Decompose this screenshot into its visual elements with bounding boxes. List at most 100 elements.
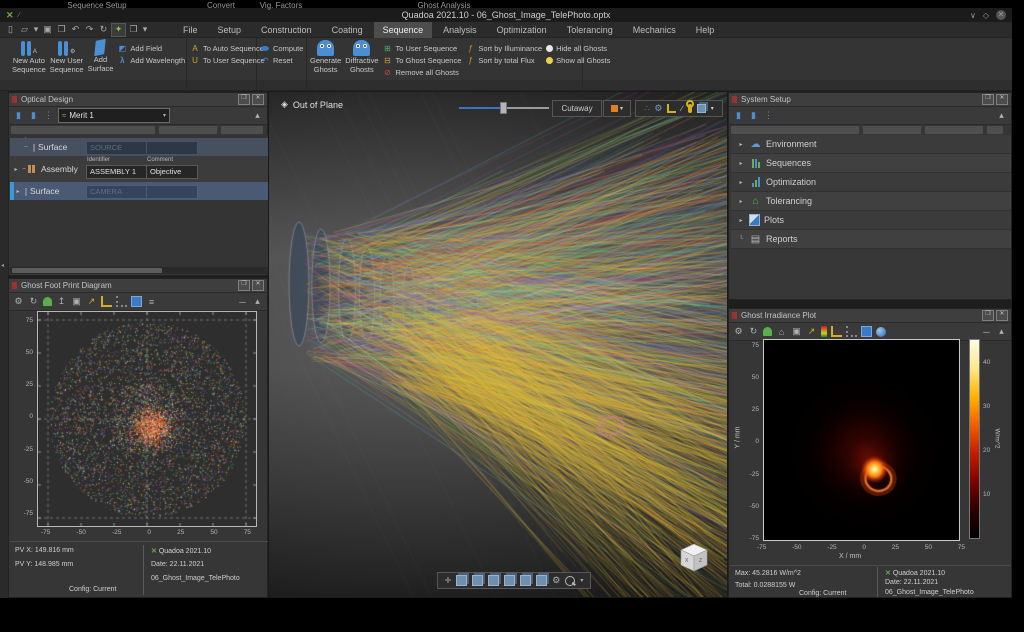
collapse-panel-icon[interactable]: ▴ [996, 110, 1007, 122]
tab-setup[interactable]: Setup [209, 22, 251, 38]
append-row-icon[interactable]: ▮ [748, 110, 759, 122]
table-row[interactable]: – ∥ Surface SOURCE [10, 138, 268, 156]
sort-by-total-flux-button[interactable]: ƒ Sort by total Flux [465, 55, 542, 66]
zoom-icon[interactable] [565, 576, 575, 586]
open-file-icon[interactable]: ▱ [18, 24, 31, 36]
sidebar-item-environment[interactable]: ▸ ☁ Environment [731, 135, 1011, 154]
maximize-icon[interactable]: ❐ [982, 310, 994, 321]
axes-icon[interactable] [667, 104, 676, 113]
scroll-left-icon[interactable]: ◂ [1, 262, 4, 269]
pin-icon[interactable]: ▴ [996, 326, 1007, 338]
view-right-icon[interactable] [504, 575, 515, 586]
column-header[interactable] [925, 126, 983, 134]
ghost-to-user-sequence-button[interactable]: ⊞ To User Sequence [383, 43, 462, 54]
minimize-icon[interactable]: ─ [237, 296, 248, 308]
view-top-icon[interactable] [520, 575, 531, 586]
close-icon[interactable]: ✕ [996, 310, 1008, 321]
view-left-icon[interactable] [488, 575, 499, 586]
to-ghost-sequence-button[interactable]: ⊟ To Ghost Sequence [383, 55, 462, 66]
to-user-sequence-button[interactable]: U To User Sequence [190, 55, 265, 66]
identifier-field[interactable]: SOURCE [86, 141, 148, 155]
column-header[interactable] [221, 126, 263, 134]
chevron-down-icon[interactable]: ▾ [580, 577, 583, 584]
expander-icon[interactable]: ▸ [12, 166, 20, 173]
cutaway-color-dropdown[interactable]: ▾ [603, 100, 631, 117]
key-icon[interactable] [688, 104, 692, 113]
sort-by-illuminance-button[interactable]: ƒ Sort by Illuminance [465, 43, 542, 54]
view-cube-dropdown-icon[interactable] [697, 104, 706, 113]
horizontal-scrollbar[interactable] [10, 267, 268, 274]
refresh-icon[interactable]: ↻ [28, 296, 39, 308]
close-icon[interactable]: ✕ [996, 94, 1008, 105]
export-icon[interactable]: ↗ [86, 296, 97, 308]
add-wavelength-button[interactable]: λ Add Wavelength [117, 55, 185, 66]
close-icon[interactable]: ✕ [252, 94, 264, 105]
insert-row-icon[interactable]: ▮ [733, 110, 744, 122]
view-front-icon[interactable] [456, 575, 467, 586]
hide-all-ghosts-button[interactable]: Hide all Ghosts [546, 43, 610, 54]
layout-chevron-icon[interactable]: ▾ [141, 24, 149, 36]
tab-file[interactable]: File [174, 22, 207, 38]
sync-icon[interactable]: ↻ [97, 24, 110, 36]
new-file-icon[interactable]: ▯ [4, 24, 17, 36]
reset-button[interactable]: ↶ Reset [260, 55, 303, 66]
save-as-icon[interactable]: ❒ [55, 24, 68, 36]
ghost-toggle-icon[interactable] [763, 327, 772, 336]
sidebar-item-sequences[interactable]: ▸ Sequences [731, 154, 1011, 173]
column-header[interactable] [731, 126, 859, 134]
maximize-icon[interactable]: ❐ [238, 94, 250, 105]
undo-icon[interactable]: ↶ [69, 24, 82, 36]
panel-header[interactable]: Ghost Foot Print Diagram ❐ ✕ [9, 279, 267, 293]
tab-sequence[interactable]: Sequence [374, 22, 433, 38]
comment-field[interactable]: Objective [146, 165, 198, 179]
minimize-icon[interactable]: ─ [981, 326, 992, 338]
expander-icon[interactable]: ▸ [737, 160, 745, 167]
panel-header[interactable]: System Setup ❐ ✕ [729, 93, 1011, 107]
sidebar-item-plots[interactable]: ▸ Plots [731, 211, 1011, 230]
more-options-icon[interactable]: ⋮ [43, 110, 54, 122]
comment-field[interactable] [146, 185, 198, 199]
grid-axes-icon[interactable] [116, 296, 127, 307]
view-back-icon[interactable] [472, 575, 483, 586]
navigation-cube[interactable]: X Z [675, 540, 713, 578]
add-surface-button[interactable]: Add Surface [88, 40, 114, 80]
ghost-toggle-icon[interactable] [43, 297, 52, 306]
show-all-ghosts-button[interactable]: Show all Ghosts [546, 55, 610, 66]
settings-gear-icon[interactable]: ⚙ [13, 296, 24, 308]
frame-icon[interactable] [861, 326, 872, 337]
axes-icon[interactable] [101, 296, 112, 307]
maximize-icon[interactable]: ❐ [238, 280, 250, 291]
new-auto-sequence-button[interactable]: A New Auto Sequence [12, 40, 46, 80]
table-row[interactable]: ▸ ∥ Surface CAMERA [10, 182, 268, 200]
maximize-icon[interactable]: ❐ [982, 94, 994, 105]
cutaway-button[interactable]: Cutaway [552, 100, 602, 117]
axes-icon[interactable] [831, 326, 842, 337]
column-header[interactable] [11, 126, 155, 134]
tab-tolerancing[interactable]: Tolerancing [558, 22, 622, 38]
window-dock-icon[interactable]: ◇ [983, 11, 989, 20]
tab-optimization[interactable]: Optimization [488, 22, 556, 38]
panel-header[interactable]: Optical Design ❐ ✕ [9, 93, 267, 107]
ray-view-canvas[interactable] [269, 92, 727, 597]
remove-all-ghosts-button[interactable]: ⊘ Remove all Ghosts [383, 67, 462, 78]
expander-icon[interactable]: ▸ [737, 141, 745, 148]
home-icon[interactable]: ⌂ [776, 326, 787, 338]
open-recent-chevron-icon[interactable]: ▾ [32, 24, 40, 36]
tab-coating[interactable]: Coating [323, 22, 372, 38]
column-header[interactable] [987, 126, 1003, 134]
measure-line-icon[interactable]: ∕ [681, 104, 682, 113]
window-collapse-icon[interactable]: ∨ [970, 11, 976, 20]
to-auto-sequence-button[interactable]: A To Auto Sequence [190, 43, 265, 54]
frame-icon[interactable] [131, 296, 142, 307]
sidebar-item-tolerancing[interactable]: ▸ ⌂ Tolerancing [731, 192, 1011, 211]
identifier-field[interactable]: CAMERA [86, 185, 148, 199]
scatter-points-icon[interactable]: ∴ [644, 104, 649, 113]
run-analysis-icon[interactable]: ✦ [111, 23, 126, 37]
window-layout-icon[interactable]: ❒ [127, 24, 140, 36]
collapse-panel-icon[interactable]: ▴ [252, 110, 263, 122]
sphere-view-icon[interactable] [876, 327, 886, 337]
sidebar-item-optimization[interactable]: ▸ Optimization [731, 173, 1011, 192]
column-header[interactable] [863, 126, 921, 134]
panel-header[interactable]: Ghost Irradiance Plot ❐ ✕ [729, 309, 1011, 323]
save-icon[interactable]: ▣ [41, 24, 54, 36]
